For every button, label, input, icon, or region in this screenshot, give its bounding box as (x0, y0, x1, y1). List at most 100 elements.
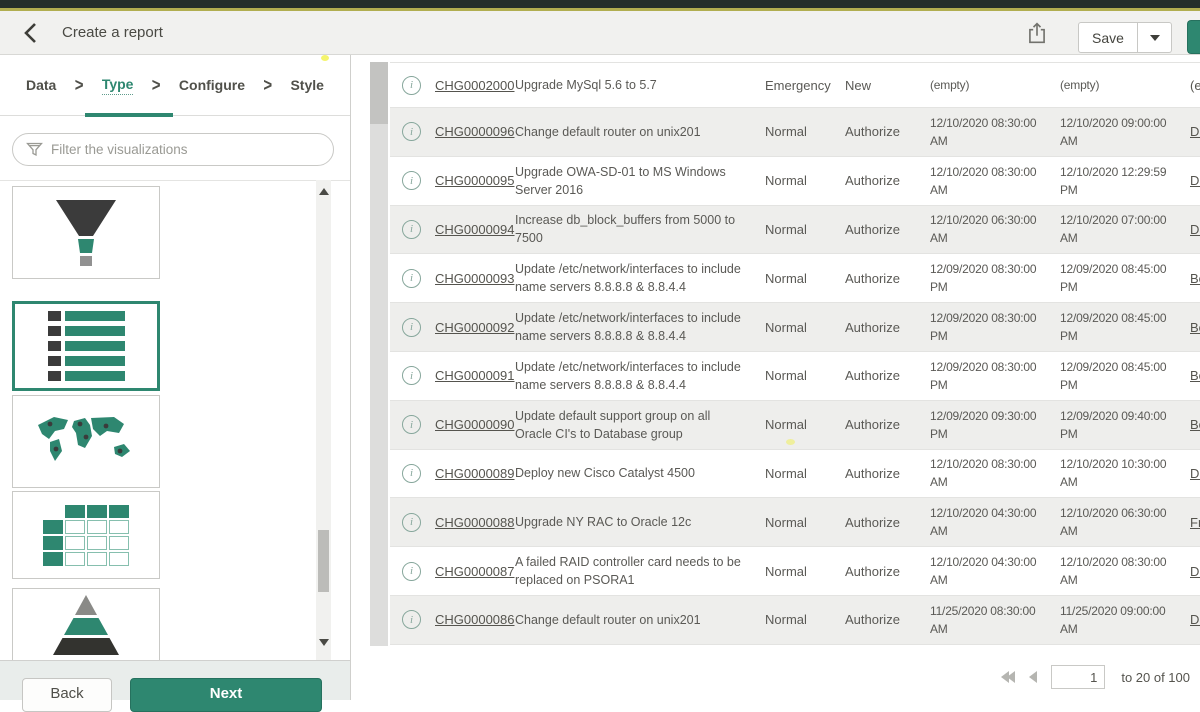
list-icon (48, 311, 125, 381)
priority-value: Normal (765, 417, 845, 432)
change-number-link[interactable]: CHG0000092 (435, 320, 515, 335)
wizard-step-type[interactable]: Type (102, 76, 134, 95)
info-icon[interactable]: i (402, 464, 421, 483)
assigned-to-link[interactable]: Dav (1190, 466, 1200, 481)
wizard-step-configure[interactable]: Configure (179, 77, 245, 93)
planned-start-value: 12/09/2020 09:30:00 PM (930, 407, 1060, 443)
change-number-link[interactable]: CHG0002000 (435, 78, 515, 93)
state-value: Authorize (845, 564, 930, 579)
previous-page-button[interactable] (1029, 671, 1037, 683)
info-icon[interactable]: i (402, 513, 421, 532)
table-row: i CHG0000090 Update default support grou… (390, 401, 1200, 450)
viz-option-world-map[interactable] (12, 395, 160, 488)
save-menu-button[interactable] (1138, 22, 1172, 53)
preview-scrollbar[interactable] (370, 62, 388, 646)
assigned-to-link[interactable]: Fre (1190, 515, 1200, 530)
planned-start-value: 12/10/2020 04:30:00 AM (930, 553, 1060, 589)
assigned-to-link[interactable]: Bow (1190, 271, 1200, 286)
change-number-link[interactable]: CHG0000094 (435, 222, 515, 237)
active-step-indicator (85, 113, 173, 117)
wizard-step-data[interactable]: Data (26, 77, 56, 93)
table-row: i CHG0000089 Deploy new Cisco Catalyst 4… (390, 450, 1200, 499)
short-description: Deploy new Cisco Catalyst 4500 (515, 464, 765, 482)
info-icon[interactable]: i (402, 269, 421, 288)
viz-list-scrollbar[interactable] (316, 180, 331, 660)
assigned-to-link[interactable]: (empty) (1190, 78, 1200, 93)
planned-end-value: (empty) (1060, 76, 1190, 94)
planned-end-value: 12/10/2020 07:00:00 AM (1060, 211, 1190, 247)
table-row: i CHG0000093 Update /etc/network/interfa… (390, 254, 1200, 303)
info-icon[interactable]: i (402, 610, 421, 629)
assigned-to-link[interactable]: Bow (1190, 417, 1200, 432)
cursor-highlight-dot (786, 439, 795, 445)
planned-end-value: 12/09/2020 08:45:00 PM (1060, 309, 1190, 345)
state-value: Authorize (845, 222, 930, 237)
change-number-link[interactable]: CHG0000089 (435, 466, 515, 481)
assigned-to-link[interactable]: Dav (1190, 612, 1200, 627)
change-number-link[interactable]: CHG0000093 (435, 271, 515, 286)
assigned-to-link[interactable]: Dav (1190, 173, 1200, 188)
priority-value: Normal (765, 271, 845, 286)
save-button[interactable]: Save (1078, 22, 1138, 53)
short-description: Change default router on unix201 (515, 123, 765, 141)
back-button[interactable] (20, 19, 50, 49)
change-number-link[interactable]: CHG0000091 (435, 368, 515, 383)
info-icon[interactable]: i (402, 366, 421, 385)
state-value: Authorize (845, 515, 930, 530)
change-number-link[interactable]: CHG0000086 (435, 612, 515, 627)
assigned-to-link[interactable]: Dav (1190, 222, 1200, 237)
info-icon[interactable]: i (402, 318, 421, 337)
info-icon[interactable]: i (402, 562, 421, 581)
scroll-down-icon[interactable] (319, 639, 329, 646)
info-icon[interactable]: i (402, 171, 421, 190)
scrollbar-thumb[interactable] (318, 530, 329, 592)
run-button-partial[interactable] (1187, 20, 1200, 54)
viz-option-list[interactable] (12, 301, 160, 391)
info-icon[interactable]: i (402, 76, 421, 95)
report-wizard-panel: Data>Type>Configure>Style (0, 55, 351, 700)
back-step-button[interactable]: Back (22, 678, 112, 712)
pyramid-chart-icon (12, 589, 160, 661)
state-value: Authorize (845, 320, 930, 335)
short-description: A failed RAID controller card needs to b… (515, 553, 765, 589)
table-row: i CHG0002000 Upgrade MySql 5.6 to 5.7 Em… (390, 63, 1200, 108)
scroll-up-icon[interactable] (319, 188, 329, 195)
table-row: i CHG0000091 Update /etc/network/interfa… (390, 352, 1200, 401)
state-value: Authorize (845, 124, 930, 139)
viz-option-pyramid-chart[interactable] (12, 588, 160, 660)
filter-visualizations-input[interactable] (12, 133, 334, 166)
table-row: i CHG0000096 Change default router on un… (390, 108, 1200, 157)
wizard-step-style[interactable]: Style (290, 77, 323, 93)
info-icon[interactable]: i (402, 415, 421, 434)
priority-value: Emergency (765, 78, 845, 93)
change-number-link[interactable]: CHG0000087 (435, 564, 515, 579)
preview-scrollbar-thumb[interactable] (370, 62, 388, 124)
change-number-link[interactable]: CHG0000095 (435, 173, 515, 188)
assigned-to-link[interactable]: Dav (1190, 124, 1200, 139)
change-number-link[interactable]: CHG0000096 (435, 124, 515, 139)
wizard-footer: Back Next (0, 660, 350, 700)
short-description: Upgrade OWA-SD-01 to MS Windows Server 2… (515, 163, 765, 199)
info-icon[interactable]: i (402, 220, 421, 239)
change-number-link[interactable]: CHG0000088 (435, 515, 515, 530)
assigned-to-link[interactable]: Dav (1190, 564, 1200, 579)
assigned-to-link[interactable]: Bow (1190, 368, 1200, 383)
state-value: Authorize (845, 368, 930, 383)
breadcrumb-chevron-icon: > (263, 74, 272, 95)
state-value: New (845, 78, 930, 93)
table-row: i CHG0000095 Upgrade OWA-SD-01 to MS Win… (390, 157, 1200, 206)
assigned-to-link[interactable]: Bow (1190, 320, 1200, 335)
table-row: i CHG0000087 A failed RAID controller ca… (390, 547, 1200, 596)
world-map-icon (30, 409, 142, 474)
filter-funnel-icon (26, 142, 43, 162)
viz-option-heatmap-table[interactable] (12, 491, 160, 579)
viz-option-funnel-chart[interactable] (12, 186, 160, 279)
change-number-link[interactable]: CHG0000090 (435, 417, 515, 432)
first-page-button[interactable] (1001, 671, 1015, 683)
planned-end-value: 12/10/2020 09:00:00 AM (1060, 114, 1190, 150)
planned-start-value: 12/09/2020 08:30:00 PM (930, 358, 1060, 394)
next-step-button[interactable]: Next (130, 678, 322, 712)
info-icon[interactable]: i (402, 122, 421, 141)
page-number-input[interactable] (1051, 665, 1105, 689)
share-button[interactable] (1026, 21, 1052, 47)
